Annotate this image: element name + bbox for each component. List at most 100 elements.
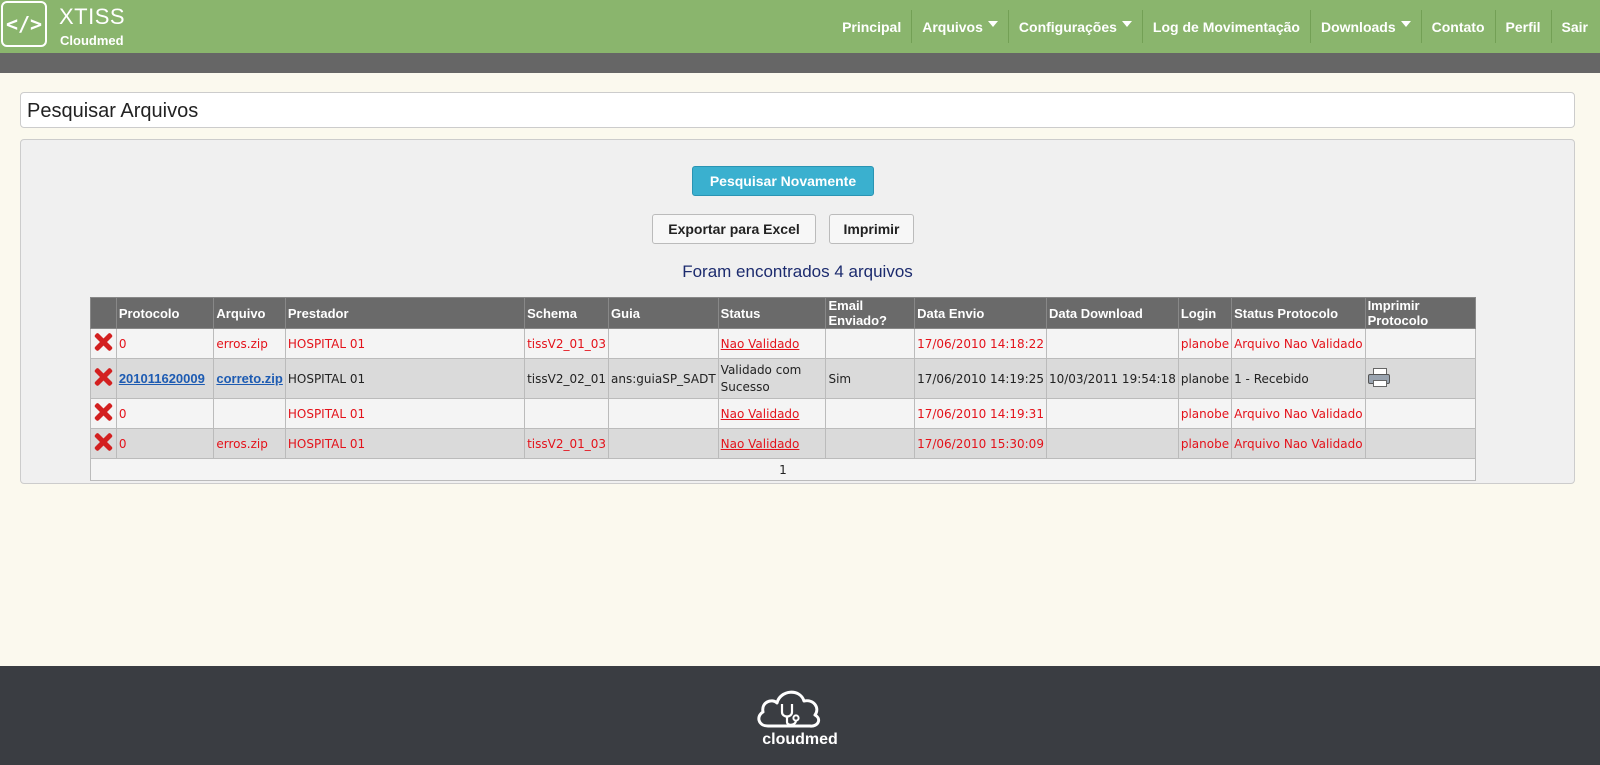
- cell-data-envio: 17/06/2010 14:18:22: [914, 328, 1047, 359]
- cell-data-download: [1045, 398, 1179, 429]
- cell-email: [825, 398, 916, 429]
- table-row: 0 erros.zip HOSPITAL 01 tissV2_01_03 Nao…: [90, 428, 1477, 459]
- cell-status: Validado com Sucesso: [717, 358, 827, 399]
- table-row: 0 HOSPITAL 01 Nao Validado 17/06/2010 14…: [90, 398, 1477, 429]
- cell-protocolo: 0: [115, 328, 215, 359]
- nav-log-movimentacao[interactable]: Log de Movimentação: [1141, 10, 1310, 43]
- cell-prestador: HOSPITAL 01: [284, 358, 526, 399]
- column-header-email[interactable]: Email Enviado?: [825, 297, 916, 329]
- cell-status: Nao Validado: [717, 398, 827, 429]
- delete-icon[interactable]: [93, 332, 113, 352]
- results-summary: Foram encontrados 4 arquivos: [682, 262, 913, 281]
- export-excel-button[interactable]: Exportar para Excel: [652, 214, 816, 244]
- cell-imprimir-protocolo: [1364, 328, 1477, 359]
- nav-principal[interactable]: Principal: [832, 10, 911, 43]
- table-header-row: Protocolo Arquivo Prestador Schema Guia …: [90, 297, 1477, 329]
- column-header-guia[interactable]: Guia: [608, 297, 719, 329]
- cell-email: Sim: [825, 358, 916, 399]
- delete-cell: [90, 358, 117, 399]
- page-number[interactable]: 1: [90, 458, 1476, 481]
- cell-prestador: HOSPITAL 01: [284, 398, 526, 429]
- brand-subtitle: Cloudmed: [60, 33, 124, 48]
- cell-guia: [608, 328, 719, 359]
- status-link[interactable]: Nao Validado: [721, 407, 800, 421]
- table-row: 0 erros.zip HOSPITAL 01 tissV2_01_03 Nao…: [90, 328, 1477, 359]
- main-nav: Principal Arquivos Configurações Log de …: [832, 10, 1600, 43]
- cell-imprimir-protocolo: [1364, 358, 1477, 399]
- footer-brand: cloudmed: [762, 731, 838, 748]
- status-link[interactable]: Nao Validado: [721, 337, 800, 351]
- delete-icon[interactable]: [93, 402, 113, 422]
- caret-down-icon: [987, 20, 998, 27]
- results-panel: Pesquisar Novamente Exportar para Excel …: [20, 139, 1575, 484]
- brand-title[interactable]: XTISS: [59, 4, 125, 30]
- nav-label: Configurações: [1018, 18, 1117, 35]
- column-header-data-download[interactable]: Data Download: [1045, 297, 1179, 329]
- column-header-login[interactable]: Login: [1177, 297, 1233, 329]
- page-title: Pesquisar Arquivos: [27, 100, 199, 122]
- cell-status-protocolo: Arquivo Nao Validado: [1231, 328, 1366, 359]
- cell-data-envio: 17/06/2010 14:19:31: [914, 398, 1047, 429]
- column-header-protocolo[interactable]: Protocolo: [115, 297, 215, 329]
- print-button[interactable]: Imprimir: [829, 214, 914, 244]
- status-link[interactable]: Nao Validado: [721, 437, 800, 451]
- nav-downloads[interactable]: Downloads: [1309, 10, 1421, 43]
- arquivo-link[interactable]: correto.zip: [216, 371, 282, 386]
- cell-status-protocolo: Arquivo Nao Validado: [1231, 428, 1366, 459]
- cell-schema: tissV2_01_03: [524, 428, 610, 459]
- nav-perfil[interactable]: Perfil: [1494, 10, 1551, 43]
- nav-label: Downloads: [1320, 18, 1396, 35]
- top-navbar: </> XTISS Cloudmed Principal Arquivos Co…: [0, 0, 1600, 53]
- delete-icon[interactable]: [93, 367, 113, 387]
- cell-schema: [524, 398, 610, 429]
- column-header-schema[interactable]: Schema: [524, 297, 610, 329]
- delete-cell: [90, 428, 117, 459]
- nav-configuracoes[interactable]: Configurações: [1007, 10, 1142, 43]
- cell-data-envio: 17/06/2010 14:19:25: [914, 358, 1047, 399]
- nav-label: Principal: [842, 18, 902, 35]
- search-again-button[interactable]: Pesquisar Novamente: [692, 166, 874, 196]
- cell-imprimir-protocolo: [1364, 398, 1477, 429]
- cell-status-protocolo: Arquivo Nao Validado: [1231, 398, 1366, 429]
- cell-login: planobe: [1177, 398, 1233, 429]
- column-header-status-protocolo[interactable]: Status Protocolo: [1231, 297, 1366, 329]
- delete-cell: [90, 328, 117, 359]
- nav-label: Log de Movimentação: [1152, 18, 1300, 35]
- column-header-delete: [90, 297, 117, 329]
- cell-data-download: 10/03/2011 19:54:18: [1045, 358, 1179, 399]
- cell-arquivo: correto.zip: [213, 358, 286, 399]
- nav-sair[interactable]: Sair: [1550, 10, 1600, 43]
- caret-down-icon: [1400, 20, 1411, 27]
- sub-header-bar: [0, 53, 1600, 73]
- nav-label: Sair: [1561, 18, 1588, 35]
- nav-contato[interactable]: Contato: [1420, 10, 1495, 43]
- cell-prestador: HOSPITAL 01: [284, 428, 526, 459]
- delete-icon[interactable]: [93, 432, 113, 452]
- footer: cloudmed: [0, 666, 1600, 765]
- cell-email: [825, 328, 916, 359]
- nav-label: Arquivos: [922, 18, 983, 35]
- cell-imprimir-protocolo: [1364, 428, 1477, 459]
- cell-status: Nao Validado: [717, 328, 827, 359]
- delete-cell: [90, 398, 117, 429]
- cell-guia: [608, 428, 719, 459]
- column-header-status[interactable]: Status: [717, 297, 827, 329]
- column-header-data-envio[interactable]: Data Envio: [914, 297, 1047, 329]
- printer-icon[interactable]: [1367, 368, 1390, 387]
- table-row: 201011620009 correto.zip HOSPITAL 01 tis…: [90, 358, 1477, 399]
- protocolo-link[interactable]: 201011620009: [119, 371, 205, 386]
- cell-email: [825, 428, 916, 459]
- title-panel: Pesquisar Arquivos: [20, 92, 1575, 128]
- cell-arquivo: [213, 398, 286, 429]
- cell-data-download: [1045, 328, 1179, 359]
- results-table: Protocolo Arquivo Prestador Schema Guia …: [90, 297, 1477, 481]
- code-logo-icon[interactable]: </>: [1, 1, 47, 47]
- cell-arquivo: erros.zip: [213, 428, 286, 459]
- cell-schema: tissV2_01_03: [524, 328, 610, 359]
- column-header-imprimir-protocolo[interactable]: Imprimir Protocolo: [1364, 297, 1477, 329]
- cloud-stethoscope-icon: [757, 690, 821, 728]
- cell-status: Nao Validado: [717, 428, 827, 459]
- nav-arquivos[interactable]: Arquivos: [911, 10, 1008, 43]
- column-header-prestador[interactable]: Prestador: [284, 297, 526, 329]
- column-header-arquivo[interactable]: Arquivo: [213, 297, 286, 329]
